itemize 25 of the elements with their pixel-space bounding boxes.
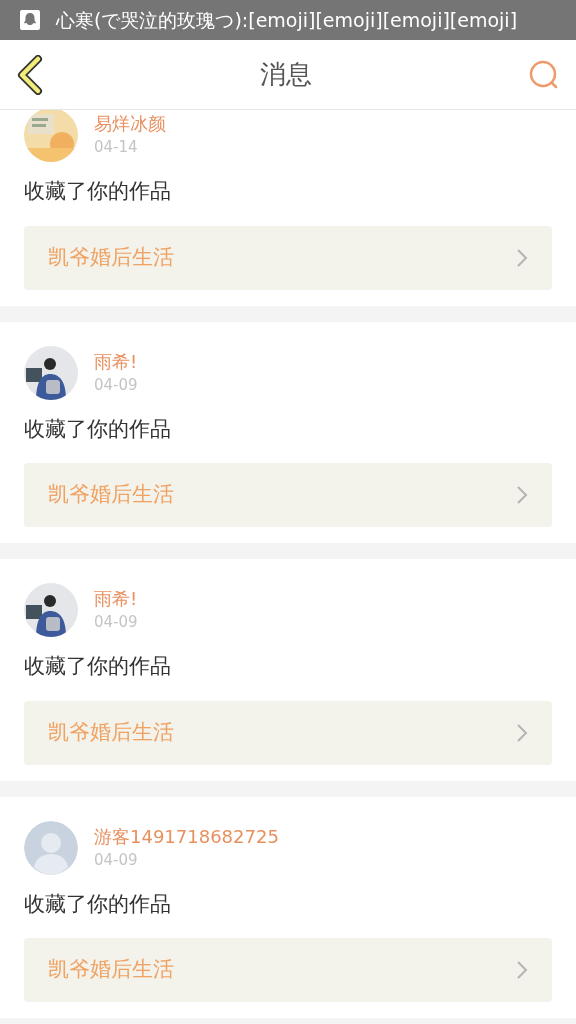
notification-icon: [20, 10, 40, 30]
user-name[interactable]: 游客1491718682725: [94, 824, 279, 849]
chevron-icon: [516, 960, 528, 980]
work-link[interactable]: 凯爷婚后生活: [24, 225, 552, 290]
message-text: 收藏了你的作品: [24, 415, 172, 443]
avatar-icon: [24, 820, 78, 875]
user-name[interactable]: 易烊冰颜: [94, 112, 166, 136]
work-link[interactable]: 凯爷婚后生活: [24, 938, 552, 1002]
message-date: 04-14: [94, 137, 139, 158]
user-name[interactable]: 雨希!: [94, 587, 138, 611]
user-name[interactable]: 雨希!: [94, 349, 138, 374]
work-link[interactable]: 凯爷婚后生活: [24, 700, 552, 765]
chevron-icon: [516, 485, 528, 505]
chevron-icon: [516, 247, 528, 268]
chevron-icon: [516, 722, 528, 743]
page-title: 消息: [260, 58, 312, 91]
message-date: 04-09: [94, 849, 139, 871]
notification-text: 心寒(で哭泣的玫瑰つ):[emoji][emoji][emoji][emoji]: [56, 7, 518, 33]
message-text: 收藏了你的作品: [24, 178, 172, 205]
message-text: 收藏了你的作品: [24, 890, 172, 918]
message-date: 04-09: [94, 612, 138, 633]
message-date: 04-09: [94, 374, 138, 396]
work-link[interactable]: 凯爷婚后生活: [24, 463, 552, 527]
message-text: 收藏了你的作品: [24, 653, 172, 680]
back-icon[interactable]: [16, 54, 44, 95]
